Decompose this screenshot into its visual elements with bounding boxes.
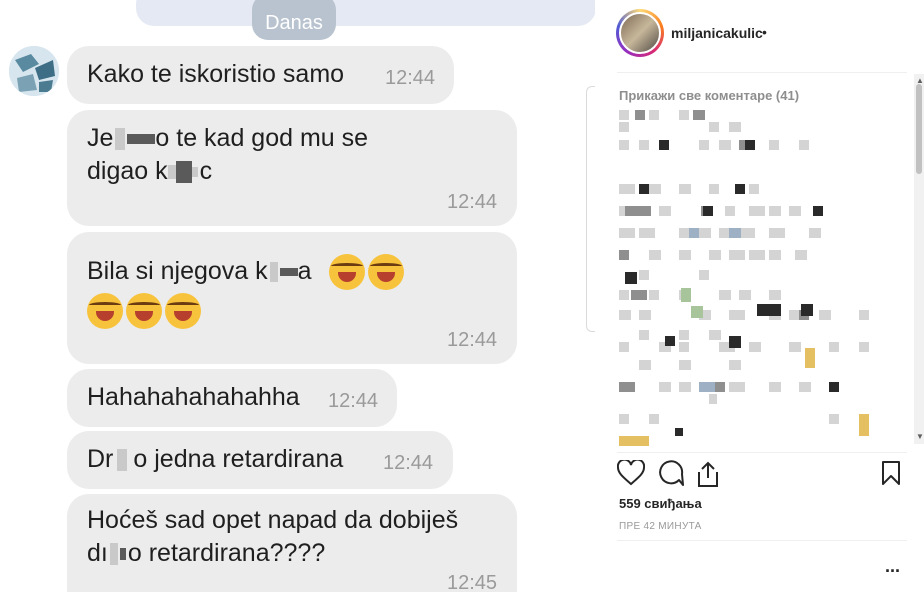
message-text: Hoćeš sad opet napad da dobiješ dı o reta… <box>87 504 458 570</box>
comments-divider <box>617 452 907 453</box>
post-actions <box>617 460 917 488</box>
message-text: Bila si njegova k a <box>87 252 407 329</box>
text-part: digao k <box>87 157 168 185</box>
censor-block <box>109 543 118 566</box>
censor-block <box>119 548 126 561</box>
censor-block <box>279 268 298 277</box>
text-part: o retardirana???? <box>127 539 326 567</box>
censor-block <box>167 165 176 180</box>
separator-dot: • <box>762 24 767 40</box>
message-time: 12:44 <box>447 329 498 351</box>
text-part: a <box>297 257 312 285</box>
censor-block <box>191 167 198 178</box>
message-bubble: Bila si njegova k a 12:44 <box>67 232 517 364</box>
message-text: Kako te iskoristio samo <box>87 60 345 88</box>
message-time: 12:44 <box>385 67 436 89</box>
text-part: Dr <box>87 445 114 473</box>
pixelated-comments <box>619 110 869 446</box>
date-label: Danas <box>252 0 336 40</box>
message-time: 12:44 <box>447 191 498 213</box>
heart-icon[interactable] <box>617 460 645 486</box>
censor-block <box>115 128 126 151</box>
text-part: c <box>199 157 213 185</box>
bookmark-icon[interactable] <box>881 460 901 486</box>
instagram-post-panel: miljanicakulic • Прикажи све коментаре (… <box>595 0 924 592</box>
laughing-emoji-icon <box>165 292 201 329</box>
message-bubble: Hahahahahahahha 12:44 <box>67 369 397 427</box>
date-bar <box>136 0 595 26</box>
censor-block <box>175 161 192 184</box>
censor-block <box>269 262 278 283</box>
text-part: o jedna retardirana <box>133 445 344 473</box>
message-time: 12:44 <box>328 390 379 412</box>
message-bubble: Kako te iskoristio samo 12:44 <box>67 46 454 104</box>
profile-photo <box>619 12 661 54</box>
message-time: 12:44 <box>383 452 434 474</box>
text-part: Bila si njegova k <box>87 257 268 285</box>
laughing-emoji-icon <box>367 254 404 291</box>
chat-screenshot: Danas Kako te iskoristio samo 12:44 Je o … <box>0 0 595 592</box>
comment-icon[interactable] <box>657 460 685 486</box>
profile-avatar[interactable] <box>616 9 664 57</box>
more-options-button[interactable]: ... <box>885 556 900 577</box>
laughing-emoji-icon <box>328 254 365 291</box>
comments-scrollbar[interactable]: ▲ ▼ <box>914 74 924 444</box>
message-bubble: Hoćeš sad opet napad da dobiješ dı o reta… <box>67 494 517 592</box>
post-timestamp: ПРЕ 42 МИНУТА <box>619 521 702 532</box>
avatar-image <box>9 46 59 96</box>
message-bubble: Dr o jedna retardirana 12:44 <box>67 431 453 489</box>
text-part: o te kad god mu se <box>155 124 369 152</box>
text-part: dı <box>87 539 108 567</box>
laughing-emoji-icon <box>87 292 123 329</box>
scrollbar-thumb[interactable] <box>916 84 922 174</box>
likes-count[interactable]: 559 свиђања <box>619 496 702 511</box>
censor-block <box>127 134 156 145</box>
censor-block <box>117 449 128 472</box>
text-part: Je <box>87 124 114 152</box>
text-part: Hoćeš sad opet napad da dobiješ <box>87 506 459 534</box>
username-link[interactable]: miljanicakulic <box>671 25 763 41</box>
laughing-emoji-icon <box>126 292 162 329</box>
header-divider <box>617 72 907 73</box>
view-all-comments-link[interactable]: Прикажи све коментаре (41) <box>619 88 799 103</box>
message-text: Dr o jedna retardirana <box>87 443 343 476</box>
scroll-down-arrow[interactable]: ▼ <box>916 432 924 441</box>
message-bubble: Je o te kad god mu se digao k c 12:44 <box>67 110 517 226</box>
message-text: Je o te kad god mu se digao k c <box>87 122 368 188</box>
message-text: Hahahahahahahha <box>87 383 300 411</box>
share-icon[interactable] <box>695 460 721 488</box>
avatar <box>9 46 59 96</box>
footer-divider <box>617 540 907 541</box>
message-time: 12:45 <box>447 572 498 592</box>
